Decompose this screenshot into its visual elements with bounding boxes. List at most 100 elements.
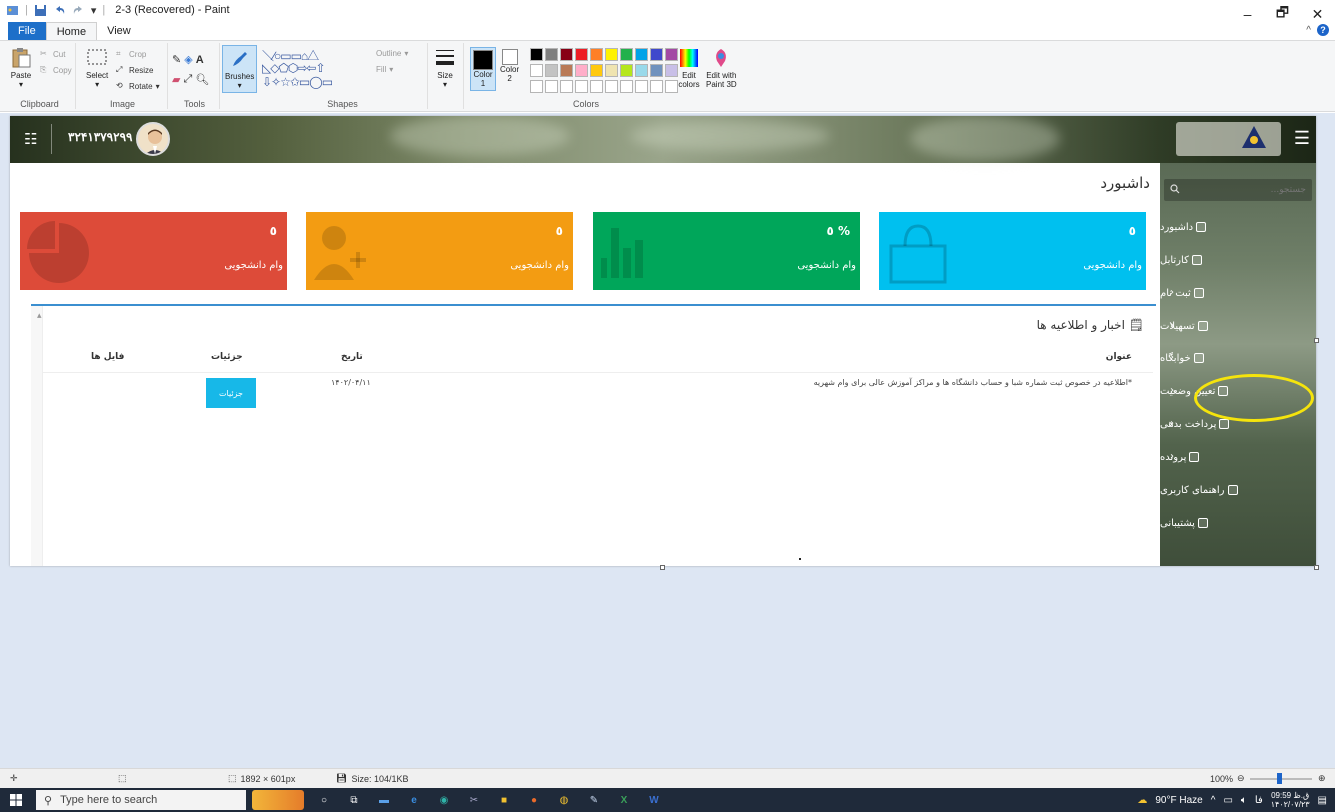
custom-color-slot[interactable] [635,80,648,93]
magnifier-icon[interactable]: 🔍︎ [195,73,209,86]
resize-handle-bottom[interactable] [660,565,665,570]
task-view-icon[interactable]: ⧉ [344,790,364,810]
fill-button[interactable]: Fill ▾ [376,65,393,74]
tray-chevron-icon[interactable]: ^ [1211,795,1216,806]
palette-swatch[interactable] [575,48,588,61]
palette-swatch[interactable] [605,64,618,77]
collapse-ribbon-icon[interactable]: ^ [1306,25,1311,36]
language-indicator[interactable]: فا [1255,795,1263,806]
zoom-slider-thumb[interactable] [1277,773,1282,784]
palette-swatch[interactable] [650,64,663,77]
sidebar-item[interactable]: ثبت نام › [1160,278,1316,308]
undo-icon[interactable] [53,4,66,17]
qat-dropdown-icon[interactable]: ▾ [91,4,97,17]
clock[interactable]: 09:59 ق.ظ ۱۴۰۲/۰۷/۲۳ [1271,791,1310,809]
select-button[interactable]: Select ▾ [86,47,108,89]
palette-swatch[interactable] [665,64,678,77]
sidebar-item[interactable]: داشبورد [1160,212,1316,242]
volume-icon[interactable]: 🔈︎ [1241,795,1247,806]
palette-swatch[interactable] [575,64,588,77]
custom-color-slot[interactable] [560,80,573,93]
custom-color-slot[interactable] [665,80,678,93]
color1-button[interactable]: Color 1 [470,47,496,91]
crop-button[interactable]: ⌗ Crop [116,49,146,59]
fill-bucket-icon[interactable]: ◈ [184,53,192,66]
avatar[interactable] [136,122,170,156]
sidebar-item[interactable]: پرونده › [1160,442,1316,472]
rotate-button[interactable]: ⟲ Rotate ▾ [116,81,160,91]
custom-color-slot[interactable] [545,80,558,93]
palette-swatch[interactable] [590,48,603,61]
outline-button[interactable]: Outline ▾ [376,49,408,58]
stat-tile[interactable]: ٥ وام دانشجویی [20,212,287,290]
copy-button[interactable]: ⎘ Copy [40,65,72,75]
cut-button[interactable]: ✂ Cut [40,49,65,59]
size-button[interactable]: Size ▾ [434,47,456,89]
custom-color-slot[interactable] [620,80,633,93]
palette-swatch[interactable] [635,48,648,61]
palette-swatch[interactable] [545,48,558,61]
windows-start-icon[interactable] [10,794,22,806]
paste-button[interactable]: Paste ▾ [10,47,32,89]
custom-color-slot[interactable] [590,80,603,93]
paint-icon[interactable]: ✎ [584,790,604,810]
edit-paint3d-button[interactable]: Edit with Paint 3D [706,47,737,89]
palette-swatch[interactable] [545,64,558,77]
edge-legacy-icon[interactable]: e [404,790,424,810]
palette-swatch[interactable] [590,64,603,77]
custom-color-slot[interactable] [650,80,663,93]
notifications-icon[interactable]: ▤ [1318,795,1327,806]
sidebar-item[interactable]: کارتابل [1160,245,1316,275]
network-icon[interactable]: ▭ [1223,795,1232,806]
taskbar-search[interactable]: ⚲ Type here to search [36,790,246,810]
palette-swatch[interactable] [530,48,543,61]
weather-widget-icon[interactable] [252,790,304,810]
news-row-title[interactable]: *اطلاعیه در خصوص ثبت شماره شبا و حساب دا… [814,378,1132,387]
sidebar-item[interactable]: تسهیلات › [1160,311,1316,341]
settings-sliders-icon[interactable]: ☷ [24,130,37,148]
palette-swatch[interactable] [650,48,663,61]
resize-button[interactable]: ⤢ Resize [116,65,153,75]
weather-text[interactable]: 90°F Haze [1155,795,1202,806]
color2-button[interactable]: Color 2 [500,49,519,83]
color-picker-icon[interactable]: ⤢ [183,73,192,86]
eraser-icon[interactable]: ▰ [172,73,180,86]
zoom-in-icon[interactable]: ⊕ [1318,773,1326,784]
tab-view[interactable]: View [97,22,141,40]
palette-swatch[interactable] [560,48,573,61]
brushes-button[interactable]: Brushes ▾ [222,45,258,93]
palette-swatch[interactable] [620,64,633,77]
search-input[interactable] [1182,182,1306,198]
zoom-out-icon[interactable]: ⊖ [1237,773,1245,784]
save-icon[interactable] [34,4,47,17]
tab-file[interactable]: File [8,22,46,40]
sidebar-item[interactable]: راهنمای کاربری [1160,475,1316,505]
pencil-icon[interactable]: ✎ [172,53,181,66]
details-button[interactable]: جزئیات [206,378,256,408]
palette-swatch[interactable] [560,64,573,77]
stat-tile[interactable]: ٥ وام دانشجویی [306,212,573,290]
custom-color-slot[interactable] [605,80,618,93]
snipping-tool-icon[interactable]: ✂ [464,790,484,810]
tab-home[interactable]: Home [45,22,98,40]
hamburger-menu-icon[interactable]: ☰ [1294,128,1310,149]
palette-swatch[interactable] [635,64,648,77]
custom-color-slot[interactable] [575,80,588,93]
palette-swatch[interactable] [605,48,618,61]
chrome-icon[interactable]: ◍ [554,790,574,810]
file-explorer-icon[interactable]: ▬ [374,790,394,810]
resize-handle-corner[interactable] [1314,565,1319,570]
resize-handle-right[interactable] [1314,338,1319,343]
text-tool-icon[interactable]: A [196,54,204,66]
help-icon[interactable]: ? [1317,24,1329,36]
palette-swatch[interactable] [530,64,543,77]
stat-tile[interactable]: ٥ % وام دانشجویی [593,212,860,290]
custom-color-slot[interactable] [530,80,543,93]
firefox-icon[interactable]: ● [524,790,544,810]
stat-tile[interactable]: ٥ وام دانشجویی [879,212,1146,290]
search-icon[interactable] [1170,184,1180,194]
sticky-notes-icon[interactable]: ■ [494,790,514,810]
edit-colors-button[interactable]: Edit colors [678,47,700,89]
collapse-icon[interactable]: ▴ [37,310,42,321]
redo-icon[interactable] [72,4,85,17]
